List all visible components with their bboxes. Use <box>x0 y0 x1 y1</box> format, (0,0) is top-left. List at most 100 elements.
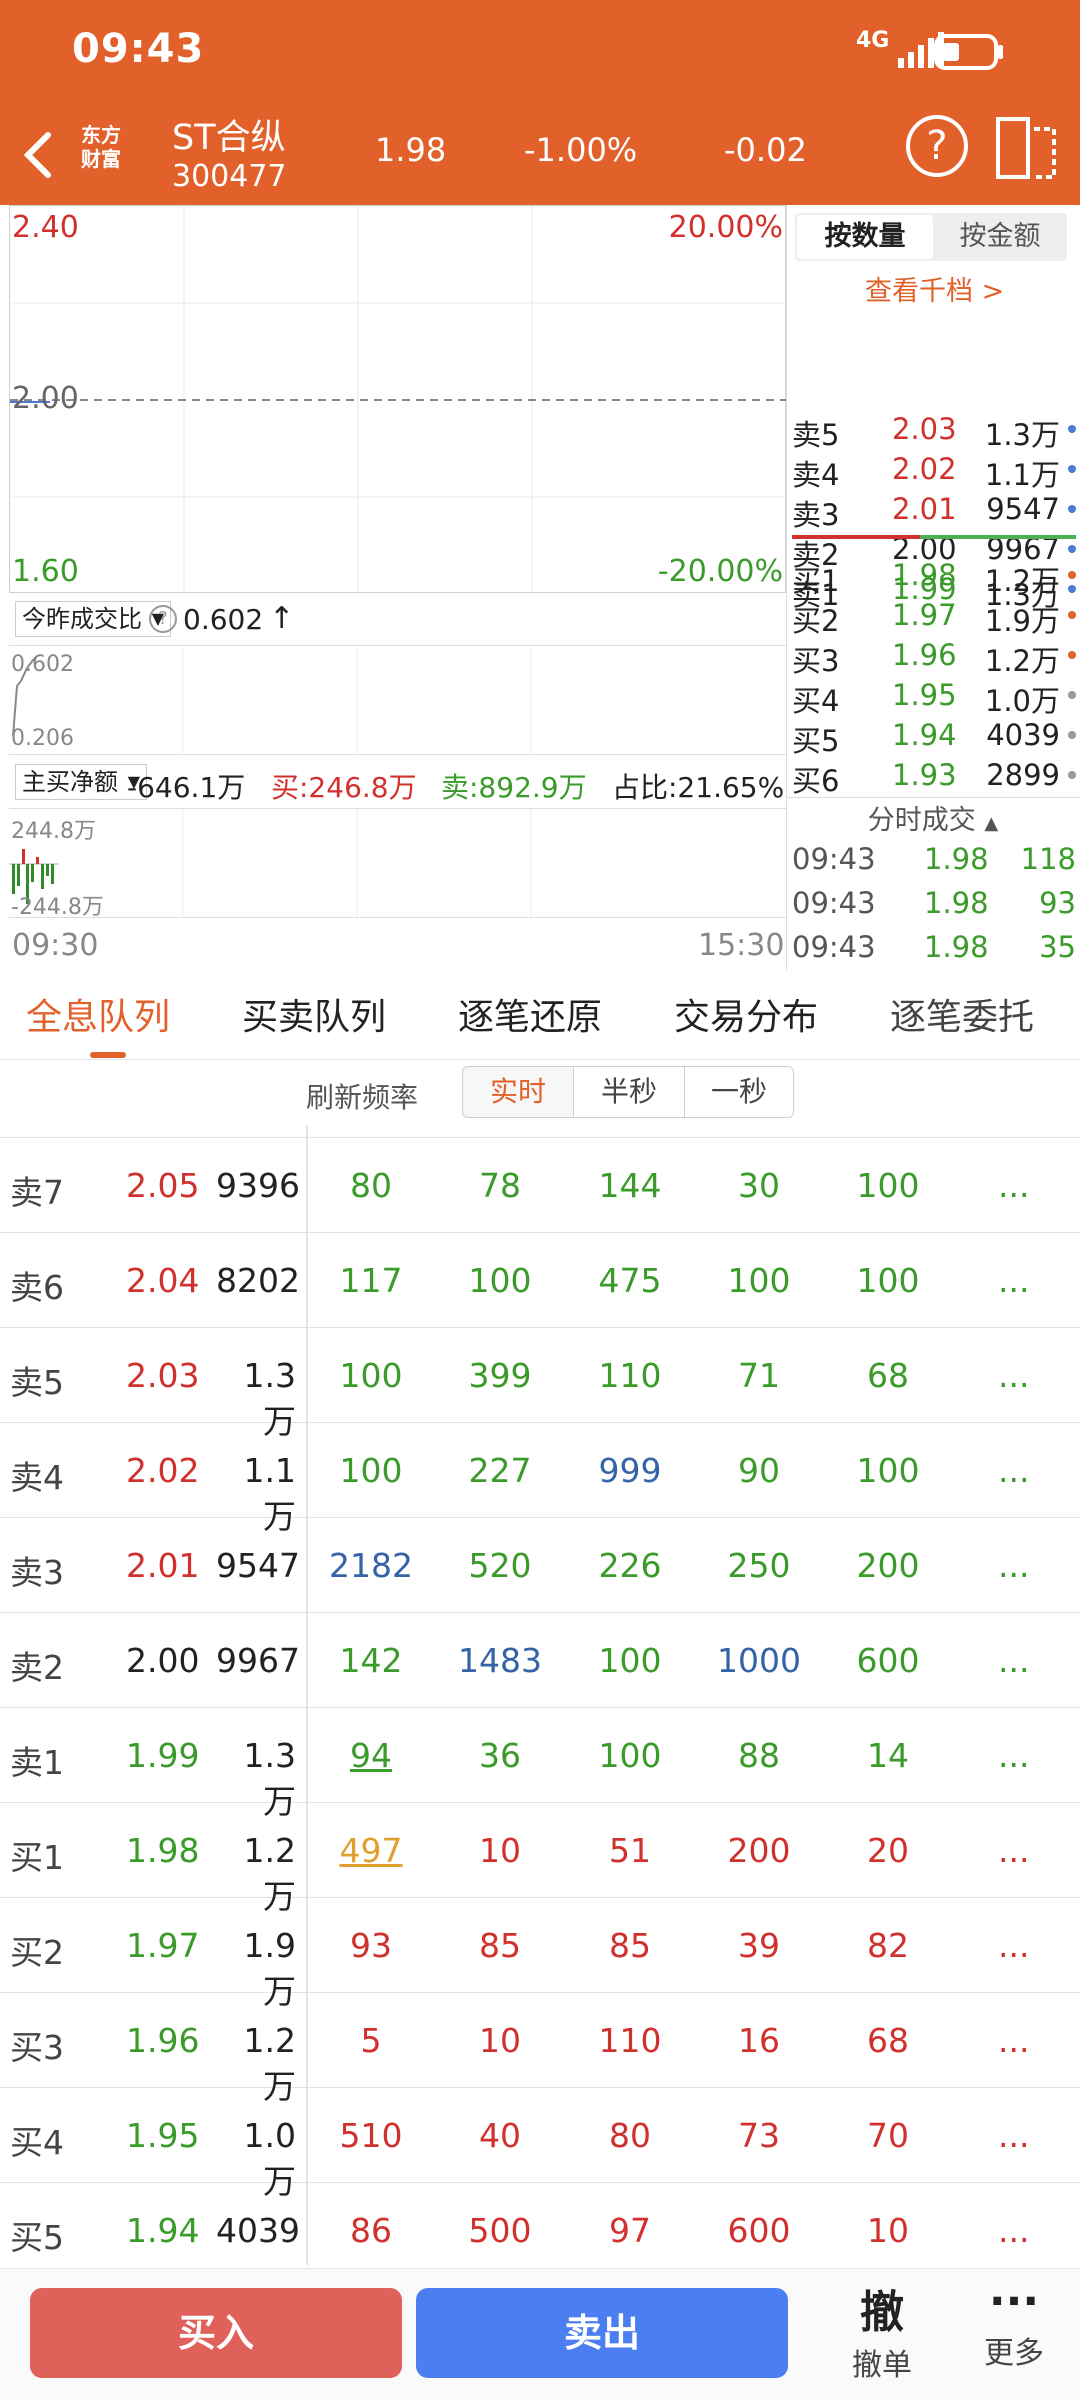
trade-row: 09:43 1.98 93 <box>792 886 1080 926</box>
bid-row[interactable]: 买2 1.97 1.9万 <box>792 598 1080 638</box>
more-dots[interactable]: ... <box>998 1546 1029 1585</box>
indicator1-bar: 今昨成交比 ▼ ? 0.602 ↑ <box>9 595 786 645</box>
ask-price: 2.01 <box>892 492 957 526</box>
queue-order: 94 <box>350 1736 392 1775</box>
bid-row[interactable]: 买5 1.94 4039 <box>792 718 1080 758</box>
tab-tick-restore[interactable]: 逐笔还原 <box>458 988 602 1040</box>
trades-header[interactable]: 分时成交 ▲ <box>786 797 1080 837</box>
ask-row[interactable]: 卖5 2.03 1.3万 <box>792 412 1080 452</box>
more-dots[interactable]: ... <box>998 2211 1029 2250</box>
buy-button[interactable]: 买入 <box>30 2288 402 2378</box>
analysis-tabs: 全息队列 买卖队列 逐笔还原 交易分布 逐笔委托 <box>0 970 1080 1060</box>
view-depth-link[interactable]: 查看千档 > <box>865 269 1004 308</box>
queue-price: 2.02 <box>126 1451 200 1490</box>
queue-row[interactable]: 卖1 1.99 1.3万 94 36 100 88 14... <box>0 1708 1080 1821</box>
header-price: 1.98 <box>375 131 447 169</box>
bid-price: 1.93 <box>892 758 957 792</box>
more-button[interactable]: ··· 更多 <box>962 2276 1066 2386</box>
trade-row: 09:43 1.98 35 <box>792 930 1080 970</box>
ask-row[interactable]: 卖4 2.02 1.1万 <box>792 452 1080 492</box>
trade-time: 09:43 <box>792 886 876 920</box>
indicator2-axis-top: 244.8万 <box>11 819 96 844</box>
bid-label: 买2 <box>792 604 840 638</box>
status-bar: 09:43 4G <box>0 0 1080 105</box>
bid-row[interactable]: 买4 1.95 1.0万 <box>792 678 1080 718</box>
more-dots[interactable]: ... <box>998 1451 1029 1490</box>
trade-row: 09:43 1.98 118 <box>792 842 1080 882</box>
cancel-order-button[interactable]: 撤 撤单 <box>830 2276 934 2386</box>
more-dots[interactable]: ... <box>998 1166 1029 1205</box>
queue-order: 14 <box>867 1736 909 1775</box>
queue-order: 97 <box>609 2211 651 2250</box>
freq-realtime[interactable]: 实时 <box>462 1066 574 1118</box>
queue-row[interactable]: 卖4 2.02 1.1万 100 227 999 90 100... <box>0 1423 1080 1536</box>
indicator2-ratio: 占比:21.65% <box>612 771 785 804</box>
back-icon[interactable] <box>18 125 58 185</box>
more-dots[interactable]: ... <box>998 1641 1029 1680</box>
queue-label: 买1 <box>10 1838 64 1877</box>
queue-order: 78 <box>479 1166 521 1205</box>
more-dots[interactable]: ... <box>998 1736 1029 1775</box>
sell-button[interactable]: 卖出 <box>416 2288 788 2378</box>
queue-row[interactable]: 买5 1.94 4039 86 500 97 600 10... <box>0 2183 1080 2265</box>
tab-trade-distribution[interactable]: 交易分布 <box>674 988 818 1040</box>
bid-row[interactable]: 买3 1.96 1.2万 <box>792 638 1080 678</box>
bid-row[interactable]: 买6 1.93 2899 <box>792 758 1080 798</box>
queue-order: 142 <box>339 1641 403 1680</box>
indicator1-chart[interactable]: 0.602 0.206 <box>9 645 786 756</box>
queue-price: 2.04 <box>126 1261 200 1300</box>
queue-label: 卖5 <box>10 1363 64 1402</box>
intraday-chart[interactable]: 2.40 20.00% 2.00 1.60 -20.00% <box>9 205 787 594</box>
bid-label: 买6 <box>792 764 840 798</box>
queue-row[interactable]: 买2 1.97 1.9万 93 85 85 39 82... <box>0 1898 1080 2011</box>
queue-row[interactable]: 卖5 2.03 1.3万 100 399 110 71 68... <box>0 1328 1080 1441</box>
network-icon: 4G <box>856 28 890 53</box>
queue-row[interactable]: 卖6 2.04 8202 117 100 475 100 100... <box>0 1233 1080 1328</box>
queue-order: 100 <box>339 1451 403 1490</box>
tab-tick-orders[interactable]: 逐笔委托 <box>890 988 1034 1040</box>
more-dots[interactable]: ... <box>998 2021 1029 2060</box>
landscape-icon[interactable] <box>994 115 1058 181</box>
more-dots[interactable]: ... <box>998 1356 1029 1395</box>
queue-row[interactable]: 卖2 2.00 9967 142 1483 100 1000 600... <box>0 1613 1080 1708</box>
more-dots[interactable]: ... <box>998 1926 1029 1965</box>
queue-row[interactable]: 买4 1.95 1.0万 510 40 80 73 70... <box>0 2088 1080 2201</box>
ask-row[interactable]: 卖3 2.01 9547 <box>792 492 1080 532</box>
header-change-pct: -1.00% <box>524 131 638 169</box>
more-dots[interactable]: ... <box>998 1831 1029 1870</box>
bid-row[interactable]: 买1 1.98 1.2万 <box>792 558 1080 598</box>
indicator1-selector-label: 今昨成交比 <box>22 605 142 633</box>
freq-one-second[interactable]: 一秒 <box>684 1066 794 1118</box>
indicator2-chart[interactable]: 244.8万 -244.8万 <box>9 808 786 920</box>
tab-full-queue[interactable]: 全息队列 <box>26 988 170 1040</box>
freq-half-second[interactable]: 半秒 <box>573 1066 685 1118</box>
tab-by-amount[interactable]: 按金额 <box>933 215 1067 259</box>
indicator2-bar: 主买净额 ▼ -646.1万 买:246.8万 卖:892.9万 占比:21.6… <box>9 758 786 808</box>
queue-order: 399 <box>468 1356 532 1395</box>
queue-order: 200 <box>727 1831 791 1870</box>
queue-row[interactable]: 买3 1.96 1.2万 5 10 110 16 68... <box>0 1993 1080 2106</box>
indicator2-buy: 买:246.8万 <box>271 771 417 804</box>
tab-by-quantity[interactable]: 按数量 <box>797 215 933 259</box>
more-dots[interactable]: ... <box>998 2116 1029 2155</box>
tab-buy-sell-queue[interactable]: 买卖队列 <box>242 988 386 1040</box>
queue-price: 1.95 <box>126 2116 200 2155</box>
indicator1-selector[interactable]: 今昨成交比 ▼ <box>15 601 171 637</box>
queue-order: 600 <box>856 1641 920 1680</box>
time-start: 09:30 <box>12 928 99 963</box>
dot-icon <box>1068 505 1076 513</box>
cancel-label: 撤单 <box>852 2348 912 2383</box>
queue-row[interactable]: 卖7 2.05 9396 80 78 144 30 100... <box>0 1138 1080 1233</box>
queue-label: 买5 <box>10 2218 64 2257</box>
queue-order: 68 <box>867 1356 909 1395</box>
queue-order: 86 <box>350 2211 392 2250</box>
queue-order: 39 <box>738 1926 780 1965</box>
trade-time: 09:43 <box>792 930 876 964</box>
queue-table[interactable]: 卖7 2.05 9396 80 78 144 30 100... 卖6 2.04 8202 117 10… <box>0 1125 1080 2265</box>
queue-row[interactable]: 卖3 2.01 9547 2182 520 226 250 200... <box>0 1518 1080 1613</box>
info-icon[interactable]: ? <box>149 605 177 633</box>
queue-row[interactable]: 买1 1.98 1.2万 497 10 51 200 20... <box>0 1803 1080 1916</box>
ask-label: 卖4 <box>792 458 840 492</box>
help-icon[interactable]: ? <box>906 115 968 177</box>
more-dots[interactable]: ... <box>998 1261 1029 1300</box>
